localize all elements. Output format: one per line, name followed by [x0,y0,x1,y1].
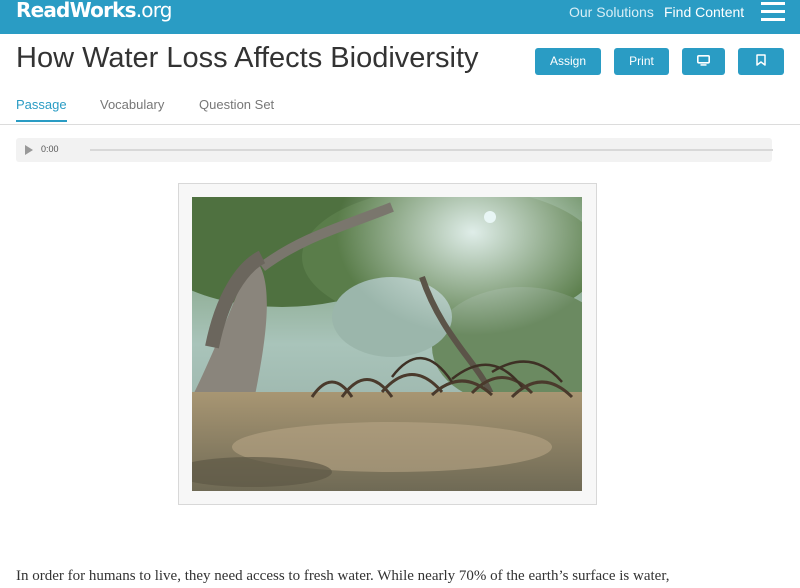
readworks-logo[interactable]: ReadWorks.org [16,0,173,22]
logo-suffix-text: .org [135,0,173,22]
top-navigation-bar: ReadWorks.org Our Solutions Find Content [0,0,800,34]
article-header: How Water Loss Affects Biodiversity Assi… [0,34,800,90]
play-icon[interactable] [25,145,33,155]
page-title: How Water Loss Affects Biodiversity [16,42,479,74]
passage-first-line: In order for humans to live, they need a… [16,568,670,584]
nav-our-solutions[interactable]: Our Solutions [569,4,654,20]
audio-progress-track[interactable] [90,149,773,151]
logo-main-text: ReadWorks [16,0,137,22]
tab-question-set[interactable]: Question Set [199,97,274,120]
audio-player: 0:00 [16,138,773,162]
audio-time: 0:00 [41,144,59,154]
bookmark-icon [756,54,766,67]
content-tabs: Passage Vocabulary Question Set [0,90,800,125]
assign-button[interactable]: Assign [535,48,601,75]
print-button[interactable]: Print [614,48,669,75]
present-button[interactable] [682,48,725,75]
tab-vocabulary[interactable]: Vocabulary [100,97,164,120]
mangrove-photo [192,197,582,491]
monitor-icon [697,54,710,66]
passage-figure [178,183,597,505]
tab-passage[interactable]: Passage [16,97,67,122]
hamburger-menu-icon[interactable] [761,2,785,22]
nav-find-content[interactable]: Find Content [664,4,744,20]
bookmark-button[interactable] [738,48,784,75]
